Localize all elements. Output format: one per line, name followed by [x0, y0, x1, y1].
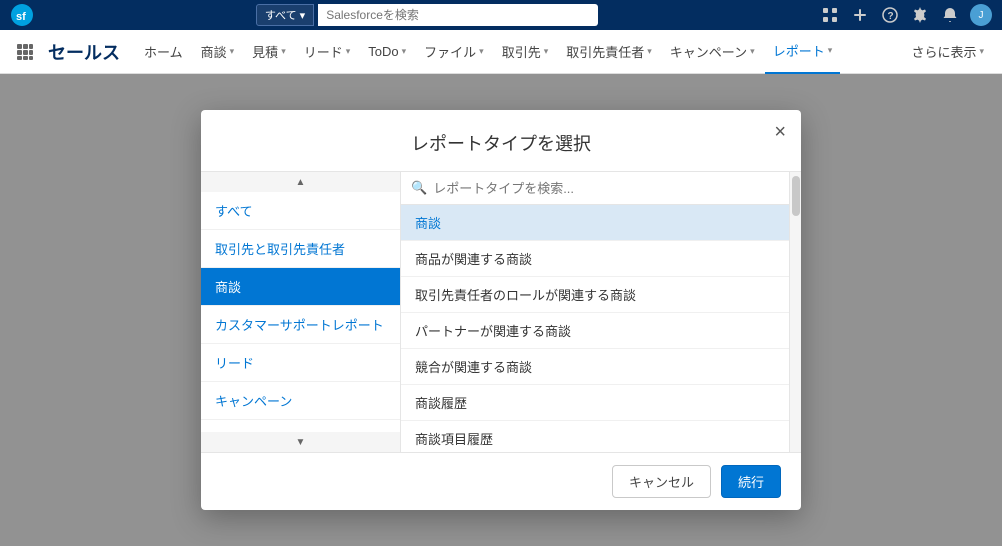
report-item-deals-competitors[interactable]: 競合が関連する商談 [401, 349, 789, 385]
search-icon: 🔍 [411, 180, 427, 196]
nav-item-campaigns[interactable]: キャンペーン ▾ [662, 30, 763, 74]
plus-icon[interactable] [850, 5, 870, 25]
continue-button[interactable]: 続行 [721, 465, 781, 498]
search-row: 🔍 [401, 172, 789, 205]
chevron-down-icon: ▾ [346, 46, 351, 57]
chevron-down-icon: ▾ [750, 46, 755, 57]
global-search-input[interactable] [318, 4, 598, 26]
report-list: 商談 商品が関連する商談 取引先責任者のロールが関連する商談 パートナーが関連す… [401, 205, 789, 452]
modal-header: レポートタイプを選択 × [201, 110, 801, 172]
right-panel-outer: 🔍 商談 商品が関連する商談 取引先責任者のロールが関連する商談 パートナーが関… [401, 172, 801, 452]
scroll-down-button[interactable]: ▼ [201, 432, 400, 452]
chevron-down-icon: ▾ [544, 46, 549, 57]
right-scrollbar[interactable] [789, 172, 801, 452]
svg-text:sf: sf [16, 11, 26, 23]
utility-bar-right: ? J [820, 4, 992, 26]
nav-item-leads[interactable]: リード ▾ [296, 30, 359, 74]
nav-item-accounts[interactable]: 取引先 ▾ [494, 30, 557, 74]
modal-dialog: レポートタイプを選択 × ▲ すべて 取引先と取引先責任者 商談 カスタマーサポ… [201, 110, 801, 510]
scrollbar-thumb [792, 176, 800, 216]
app-switcher-button[interactable] [10, 37, 40, 67]
chevron-down-icon: ▾ [828, 45, 833, 56]
left-panel: ▲ すべて 取引先と取引先責任者 商談 カスタマーサポートレポート リード キャ… [201, 172, 401, 452]
nav-item-todo[interactable]: ToDo ▾ [360, 30, 414, 74]
search-all-button[interactable]: すべて ▾ [256, 4, 314, 26]
nav-items: ホーム 商談 ▾ 見積 ▾ リード ▾ ToDo ▾ ファイル ▾ 取引先 ▾ … [136, 30, 899, 74]
chevron-down-icon: ▾ [979, 46, 984, 57]
nav-item-files[interactable]: ファイル ▾ [416, 30, 492, 74]
nav-more-button[interactable]: さらに表示 ▾ [903, 30, 992, 74]
chevron-down-icon: ▾ [230, 46, 235, 57]
nav-item-reports[interactable]: レポート ▾ [765, 30, 841, 74]
left-panel-item-accounts[interactable]: 取引先と取引先責任者 [201, 230, 400, 268]
cancel-button[interactable]: キャンセル [612, 465, 711, 498]
grid-icon[interactable] [820, 5, 840, 25]
modal-footer: キャンセル 続行 [201, 452, 801, 510]
chevron-down-icon: ▾ [647, 46, 652, 57]
svg-text:?: ? [888, 11, 894, 22]
report-item-deals-history[interactable]: 商談履歴 [401, 385, 789, 421]
page-content: レポートタイプを選択 × ▲ すべて 取引先と取引先責任者 商談 カスタマーサポ… [0, 74, 1002, 546]
gear-icon[interactable] [910, 5, 930, 25]
utility-bar-center: すべて ▾ [34, 4, 820, 26]
report-item-deals[interactable]: 商談 [401, 205, 789, 241]
utility-bar: sf すべて ▾ ? [0, 0, 1002, 30]
modal-body: ▲ すべて 取引先と取引先責任者 商談 カスタマーサポートレポート リード キャ… [201, 172, 801, 452]
chevron-down-icon: ▾ [479, 46, 484, 57]
modal-overlay: レポートタイプを選択 × ▲ すべて 取引先と取引先責任者 商談 カスタマーサポ… [0, 74, 1002, 546]
left-panel-item-all[interactable]: すべて [201, 192, 400, 230]
avatar[interactable]: J [970, 4, 992, 26]
nav-bar: セールス ホーム 商談 ▾ 見積 ▾ リード ▾ ToDo ▾ ファイル ▾ 取… [0, 30, 1002, 74]
report-item-deals-products[interactable]: 商品が関連する商談 [401, 241, 789, 277]
utility-bar-left: sf [10, 3, 34, 27]
report-item-deals-contact-roles[interactable]: 取引先責任者のロールが関連する商談 [401, 277, 789, 313]
left-panel-item-leads[interactable]: リード [201, 344, 400, 382]
chevron-down-icon: ▾ [281, 46, 286, 57]
chevron-down-icon: ▾ [402, 46, 407, 57]
modal-title: レポートタイプを選択 [411, 134, 591, 154]
nav-item-deals[interactable]: 商談 ▾ [193, 30, 243, 74]
report-item-deals-partners[interactable]: パートナーが関連する商談 [401, 313, 789, 349]
nav-item-contacts[interactable]: 取引先責任者 ▾ [558, 30, 660, 74]
bell-icon[interactable] [940, 5, 960, 25]
left-panel-item-campaigns[interactable]: キャンペーン [201, 382, 400, 420]
report-item-deals-item-history[interactable]: 商談項目履歴 [401, 421, 789, 452]
scroll-up-button[interactable]: ▲ [201, 172, 400, 192]
nav-item-estimates[interactable]: 見積 ▾ [244, 30, 294, 74]
nav-item-home[interactable]: ホーム [136, 30, 191, 74]
left-panel-list: すべて 取引先と取引先責任者 商談 カスタマーサポートレポート リード キャンペ… [201, 192, 400, 452]
modal-close-button[interactable]: × [774, 122, 786, 142]
left-panel-item-deals[interactable]: 商談 [201, 268, 400, 306]
help-icon[interactable]: ? [880, 5, 900, 25]
salesforce-logo: sf [10, 3, 34, 27]
app-name: セールス [48, 39, 120, 65]
right-panel: 🔍 商談 商品が関連する商談 取引先責任者のロールが関連する商談 パートナーが関… [401, 172, 789, 452]
left-panel-item-customer[interactable]: カスタマーサポートレポート [201, 306, 400, 344]
report-search-input[interactable] [433, 181, 779, 196]
